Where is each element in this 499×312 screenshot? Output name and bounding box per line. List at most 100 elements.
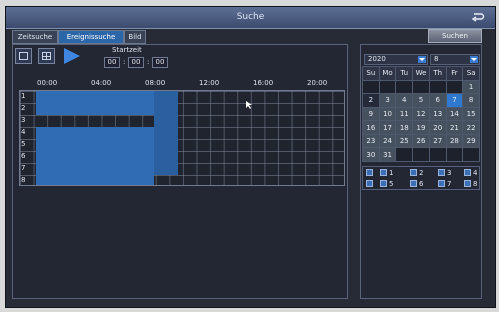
calendar-empty-cell — [413, 80, 429, 94]
channel-checkbox[interactable]: 2 — [410, 168, 434, 178]
calendar-empty-cell — [363, 80, 379, 94]
channel-checkbox[interactable]: 8 — [464, 179, 488, 189]
calendar-day[interactable]: 28 — [446, 134, 463, 148]
channel-label: 7 — [21, 164, 26, 172]
calendar-day[interactable]: 19 — [413, 121, 429, 134]
recording-block — [36, 127, 154, 185]
time-separator: : — [123, 58, 126, 66]
channel-checkbox[interactable]: 5 — [380, 179, 404, 189]
calendar-day[interactable]: 11 — [396, 107, 413, 121]
hour-label: 04:00 — [91, 79, 112, 87]
window-title: Suche — [236, 12, 265, 22]
weekday-header: Mo — [379, 67, 396, 80]
calendar-day[interactable]: 24 — [379, 134, 396, 148]
calendar-day[interactable]: 13 — [429, 107, 446, 121]
weekday-header: Su — [363, 67, 379, 80]
quad-view-button[interactable] — [38, 48, 55, 64]
back-icon[interactable] — [471, 11, 485, 23]
chevron-down-icon — [470, 56, 478, 63]
calendar-day[interactable]: 5 — [413, 94, 429, 107]
channel-label: 3 — [21, 116, 26, 124]
checkbox-icon — [366, 180, 373, 187]
checkbox-icon — [380, 169, 387, 176]
calendar-day[interactable]: 22 — [463, 121, 479, 134]
start-hour-field[interactable]: 00 — [104, 57, 120, 68]
channel-checkbox[interactable]: 1 — [380, 168, 404, 178]
weekday-header: Th — [429, 67, 446, 80]
calendar-day[interactable]: 25 — [396, 134, 413, 148]
calendar-empty-cell — [463, 148, 479, 161]
weekday-header: Tu — [396, 67, 413, 80]
calendar-empty-cell — [396, 80, 413, 94]
checkbox-icon — [410, 180, 417, 187]
recording-block — [36, 91, 154, 115]
calendar-day[interactable]: 23 — [363, 134, 379, 148]
calendar-day[interactable]: 3 — [379, 94, 396, 107]
calendar-day[interactable]: 15 — [463, 107, 479, 121]
year-select[interactable]: 2020 — [364, 54, 428, 65]
checkbox-icon — [410, 169, 417, 176]
calendar-day[interactable]: 21 — [446, 121, 463, 134]
calendar-day[interactable]: 8 — [463, 94, 479, 107]
calendar-day[interactable]: 30 — [363, 148, 379, 161]
start-second-field[interactable]: 00 — [152, 57, 168, 68]
chevron-down-icon — [418, 56, 426, 63]
checkbox-icon — [438, 169, 445, 176]
hour-label: 08:00 — [145, 79, 166, 87]
search-button[interactable]: Suchen — [428, 29, 482, 43]
calendar-empty-cell — [396, 148, 413, 161]
recording-block — [154, 91, 178, 175]
calendar-day[interactable]: 12 — [413, 107, 429, 121]
channel-checkbox[interactable]: 4 — [464, 168, 488, 178]
hour-label: 20:00 — [307, 79, 328, 87]
calendar-empty-cell — [446, 80, 463, 94]
hour-label: 00:00 — [37, 79, 58, 87]
calendar-day-selected[interactable]: 7 — [446, 94, 463, 107]
channel-label: 4 — [21, 128, 26, 136]
channel-checkbox[interactable]: 6 — [410, 179, 434, 189]
channel-label: 5 — [21, 140, 26, 148]
start-time-label: Startzeit — [112, 46, 142, 54]
checkbox-icon — [380, 180, 387, 187]
calendar-day[interactable]: 9 — [363, 107, 379, 121]
calendar-empty-cell — [429, 80, 446, 94]
calendar-day[interactable]: 20 — [429, 121, 446, 134]
calendar-day[interactable]: 6 — [429, 94, 446, 107]
channel-label: 8 — [21, 176, 26, 184]
calendar-empty-cell — [379, 80, 396, 94]
calendar-empty-cell — [446, 148, 463, 161]
calendar-day[interactable]: 10 — [379, 107, 396, 121]
calendar-day[interactable]: 2 — [363, 94, 379, 107]
calendar-day[interactable]: 26 — [413, 134, 429, 148]
calendar-day[interactable]: 27 — [429, 134, 446, 148]
calendar-day[interactable]: 4 — [396, 94, 413, 107]
tab-event-search[interactable]: Ereignissuche — [58, 30, 124, 44]
checkbox-icon — [438, 180, 445, 187]
calendar-day[interactable]: 1 — [463, 80, 479, 94]
checkbox-icon — [464, 180, 471, 187]
calendar-day[interactable]: 31 — [379, 148, 396, 161]
calendar-grid: Su Mo Tu We Th Fr Sa 1 2 3 4 5 6 7 8 9 10 11 12 13 14 15 16 17 1… — [362, 66, 480, 162]
time-separator: : — [147, 58, 150, 66]
mouse-cursor-icon — [246, 101, 252, 109]
weekday-header: Sa — [463, 67, 479, 80]
calendar-day[interactable]: 18 — [396, 121, 413, 134]
channel-label: 6 — [21, 152, 26, 160]
channel-checkbox[interactable]: 3 — [438, 168, 462, 178]
calendar-day[interactable]: 16 — [363, 121, 379, 134]
month-select[interactable]: 8 — [430, 54, 480, 65]
channel-label: 2 — [21, 104, 26, 112]
single-view-icon — [19, 52, 28, 60]
single-view-button[interactable] — [15, 48, 32, 64]
calendar-day[interactable]: 17 — [379, 121, 396, 134]
calendar-empty-cell — [413, 148, 429, 161]
timeline-grid[interactable] — [19, 90, 345, 186]
play-icon[interactable] — [61, 48, 81, 64]
start-minute-field[interactable]: 00 — [128, 57, 144, 68]
tab-time-search[interactable]: Zeitsuche — [12, 30, 58, 44]
checkbox-icon — [464, 169, 471, 176]
calendar-day[interactable]: 29 — [463, 134, 479, 148]
tab-image[interactable]: Bild — [124, 30, 146, 44]
channel-checkbox[interactable]: 7 — [438, 179, 462, 189]
calendar-day[interactable]: 14 — [446, 107, 463, 121]
